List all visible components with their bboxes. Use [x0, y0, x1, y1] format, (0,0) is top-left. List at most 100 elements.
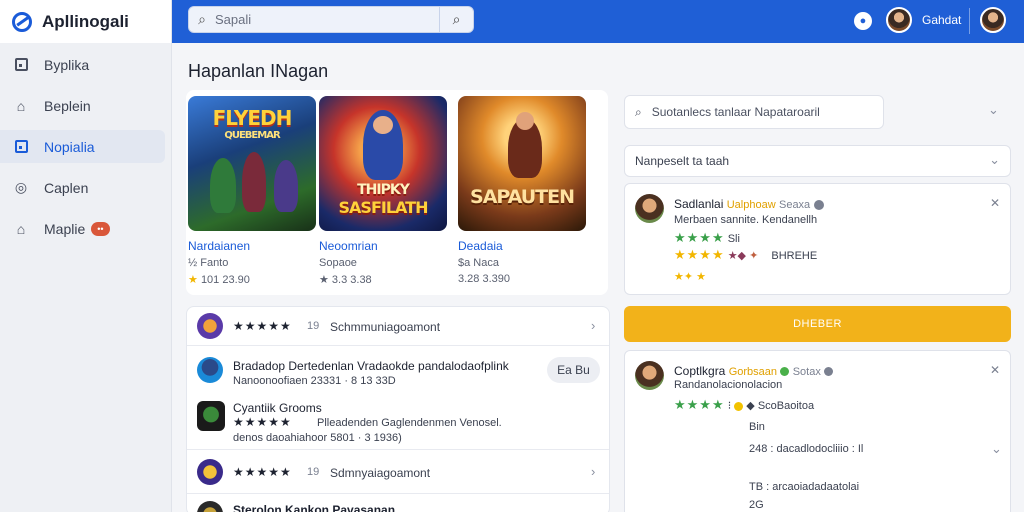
search-icon: ⌕ — [452, 11, 461, 27]
notifications-icon[interactable]: ● — [854, 12, 872, 30]
game-meta: 3.28 3.390 — [458, 273, 510, 285]
cover-subtitle: QUEBEMAR — [224, 130, 280, 141]
chevron-right-icon[interactable]: › — [591, 318, 595, 333]
featured-games: FLYEDH QUEBEMAR Nardaianen ½ Fanto ★ 101… — [186, 90, 608, 295]
chevron-down-icon[interactable]: ⌄ — [988, 102, 999, 118]
list-item-title: Bradadop Dertedenlan Vradaokde pandaloda… — [233, 359, 509, 373]
reaction-row: ★★★★ ★◆ ✦ BHREHE — [674, 247, 817, 263]
sidebar-item-label: Byplika — [44, 56, 90, 73]
verified-icon — [780, 367, 790, 377]
chevron-down-icon[interactable]: ⌄ — [991, 441, 1002, 457]
close-icon[interactable]: ✕ — [990, 363, 1000, 377]
top-bar: ⌕ Sapali ⌕ ● Gahdat — [172, 0, 1024, 43]
game-name[interactable]: Neoomrian — [319, 239, 447, 253]
game-subtitle: $a Naca — [458, 257, 499, 269]
sidebar-item-label: Caplen — [44, 179, 89, 196]
game-card[interactable]: THIPKY SASFILATH Neoomrian Sopaoe ★ 3.3 … — [319, 96, 447, 286]
divider — [187, 345, 609, 346]
sort-select-value: Nanpeselt ta taah — [635, 154, 730, 168]
sidebar-nav: Byplika ⌂ Beplein Nopialia ◎ Caplen ⌂ Ma… — [0, 48, 171, 245]
page-title: Hapanlan INagan — [188, 61, 329, 81]
list-item-text: Schmmuniagoamont — [330, 320, 441, 334]
game-meta: ★ 3.3 3.38 — [319, 274, 372, 286]
game-icon — [197, 401, 225, 431]
rating-text: Sli — [727, 233, 740, 245]
review-detail: Bin — [749, 421, 765, 433]
sidebar-item-label: Nopialia — [44, 138, 95, 155]
game-list: ★★★★★ 19 Schmmuniagoamont › Bradadop Der… — [186, 306, 610, 512]
reviewer-name: Coptlkgra — [674, 364, 726, 378]
app-name: Apllinogali — [42, 11, 129, 31]
search-bar[interactable]: ⌕ Sapali ⌕ — [188, 6, 474, 33]
list-item-title: Sterolon Kankon Pavasanan — [233, 503, 396, 512]
game-name[interactable]: Deadaia — [458, 239, 586, 253]
game-card[interactable]: FLYEDH QUEBEMAR Nardaianen ½ Fanto ★ 101… — [188, 96, 316, 286]
reviews-search-input[interactable]: Suotanlecs tanlaar Napataroaril — [652, 105, 820, 119]
review-detail: 2G — [749, 499, 764, 511]
emoji-icons: ⁝ ◆ — [727, 400, 755, 412]
divider — [187, 449, 609, 450]
cover-subtitle: SASFILATH — [338, 198, 429, 217]
brand[interactable]: Apllinogali — [0, 0, 171, 43]
sidebar-item-label: Maplie — [44, 220, 86, 237]
reviewer-name: Sadlanlai — [674, 197, 724, 211]
chevron-right-icon[interactable]: › — [591, 464, 595, 479]
game-icon — [197, 501, 223, 512]
search-button[interactable]: ⌕ — [439, 7, 473, 32]
search-input[interactable]: Sapali — [215, 12, 439, 27]
game-card[interactable]: SAPAUTEN Deadaia $a Naca 3.28 3.390 — [458, 96, 586, 285]
review-card: Sadlanlai Ualphoaw Seaxa ✕ Merbaen sanni… — [624, 183, 1011, 295]
sidebar-item-maplie[interactable]: ⌂ Maplie •• — [0, 212, 165, 245]
list-item-subtitle: denos daoahiahoor 5801 · 3 1936) — [233, 432, 402, 444]
game-subtitle: ½ Fanto — [188, 257, 229, 269]
game-icon — [197, 459, 223, 485]
list-item-description: Plleadenden Gaglendenmen Venosel. — [317, 417, 502, 429]
sort-select[interactable]: Nanpeselt ta taah ⌄ — [624, 145, 1011, 177]
cover-title: THIPKY — [357, 182, 410, 198]
info-icon — [813, 199, 824, 210]
list-item-title: Cyantiik Grooms — [233, 401, 322, 415]
reviewer-avatar — [635, 361, 664, 390]
game-cover[interactable]: FLYEDH QUEBEMAR — [188, 96, 316, 231]
get-button[interactable]: Ea Bu — [547, 357, 600, 383]
user-name[interactable]: Gahdat — [922, 13, 961, 27]
list-item-text: Sdmnyaiagoamont — [330, 466, 431, 480]
profile-avatar[interactable] — [980, 7, 1006, 33]
sidebar-item-caplen[interactable]: ◎ Caplen — [0, 171, 165, 204]
rating-stars: ★★★★ — [674, 230, 725, 245]
avatar[interactable] — [886, 7, 912, 33]
house-icon: ⌂ — [16, 220, 26, 237]
game-cover[interactable]: THIPKY SASFILATH — [319, 96, 447, 231]
game-cover[interactable]: SAPAUTEN — [458, 96, 586, 231]
reaction-icons: ✦ — [749, 250, 759, 262]
game-icon — [197, 357, 223, 383]
divider — [187, 493, 609, 494]
sidebar-item-beplein[interactable]: ⌂ Beplein — [0, 89, 165, 122]
sidebar-item-label: Beplein — [44, 97, 91, 114]
sidebar-item-nopialia[interactable]: Nopialia — [0, 130, 165, 163]
cover-title: FLYEDH — [212, 106, 293, 130]
rating-stars: ★★★★ — [674, 397, 725, 412]
reviews-search[interactable]: ⌕ Suotanlecs tanlaar Napataroaril — [624, 95, 884, 129]
game-meta: ★ 101 23.90 — [188, 274, 250, 286]
chevron-down-icon: ⌄ — [989, 152, 1000, 167]
reviewer-name-line: Sadlanlai Ualphoaw Seaxa — [674, 197, 824, 211]
info-icon — [824, 367, 834, 377]
close-icon[interactable]: ✕ — [990, 196, 1000, 210]
square-icon — [12, 138, 30, 156]
notification-badge: •• — [91, 221, 110, 236]
cover-title: SAPAUTEN — [470, 186, 575, 208]
reaction-icons: ★★★★ — [674, 247, 725, 262]
reviewer-meta: Sotax — [792, 366, 821, 378]
reviewer-avatar — [635, 194, 664, 223]
review-rating: ★★★★ Sli — [674, 230, 740, 246]
reaction-icons: ★✦ ★ — [674, 271, 706, 283]
primary-action-button[interactable]: DHEBER — [624, 306, 1011, 342]
app-logo-icon — [12, 11, 32, 32]
game-name[interactable]: Nardaianen — [188, 239, 316, 253]
review-detail: TB : arcaoiadadaatolai — [749, 481, 860, 493]
reviewer-tag: Ualphoaw — [726, 199, 776, 211]
home-icon: ⌂ — [16, 97, 26, 114]
sidebar-item-byplika[interactable]: Byplika — [0, 48, 165, 81]
search-icon: ⌕ — [635, 104, 642, 119]
